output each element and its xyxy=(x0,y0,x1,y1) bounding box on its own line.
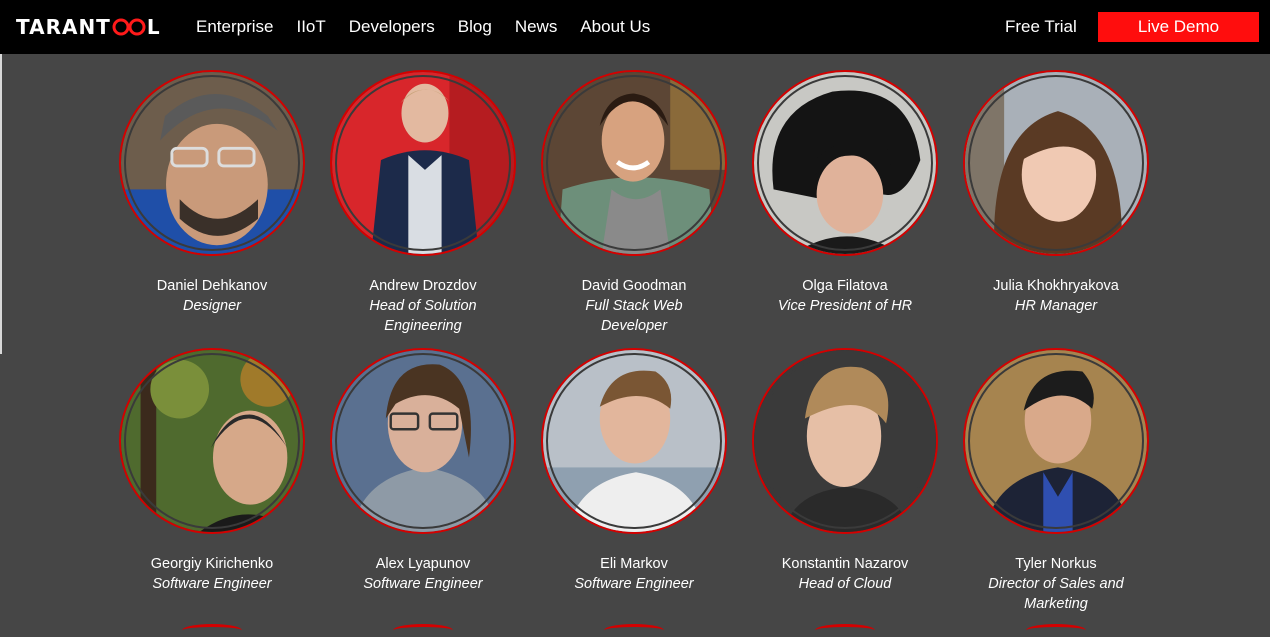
logo-oo-icon xyxy=(112,18,146,36)
partial-avatar xyxy=(393,624,453,637)
member-name: Georgiy Kirichenko xyxy=(150,556,274,572)
member-role: Designer xyxy=(182,298,242,314)
member-name: Alex Lyapunov xyxy=(375,556,471,572)
avatar xyxy=(119,70,305,256)
avatar xyxy=(541,348,727,534)
avatar xyxy=(330,70,516,256)
member-name: Eli Markov xyxy=(600,556,668,572)
team-member-card: Daniel Dehkanov Designer xyxy=(112,70,312,316)
nav-blog[interactable]: Blog xyxy=(458,17,492,37)
member-role: Director of Sales and Marketing xyxy=(988,576,1124,612)
team-member-card: Konstantin Nazarov Head of Cloud xyxy=(745,348,945,594)
avatar xyxy=(752,70,938,256)
avatar xyxy=(963,70,1149,256)
member-role: Software Engineer xyxy=(152,576,272,592)
member-name: Andrew Drozdov xyxy=(369,278,477,294)
member-name: Tyler Norkus xyxy=(1015,556,1097,572)
partial-avatar xyxy=(1026,624,1086,637)
nav-news[interactable]: News xyxy=(515,17,558,37)
member-name: Olga Filatova xyxy=(802,278,888,294)
partial-avatar xyxy=(604,624,664,637)
team-member-card: Georgiy Kirichenko Software Engineer xyxy=(112,348,312,594)
nav-iiot[interactable]: IIoT xyxy=(296,17,325,37)
logo-text-left: TARANT xyxy=(16,15,111,39)
page-edge-divider xyxy=(0,54,2,354)
member-role: Head of Cloud xyxy=(798,576,892,592)
member-role: Head of Solution Engineering xyxy=(369,298,477,334)
member-role: Full Stack Web Developer xyxy=(585,298,683,334)
member-role: Software Engineer xyxy=(574,576,694,592)
tarantool-logo[interactable]: TARANT L xyxy=(16,14,161,40)
member-name: David Goodman xyxy=(581,278,687,294)
member-role: Vice President of HR xyxy=(777,298,913,314)
avatar xyxy=(963,348,1149,534)
avatar xyxy=(541,70,727,256)
main-nav: Enterprise IIoT Developers Blog News Abo… xyxy=(196,0,673,54)
team-member-card: Eli Markov Software Engineer xyxy=(534,348,734,594)
team-member-card: Julia Khokhryakova HR Manager xyxy=(956,70,1156,316)
team-member-card: Tyler Norkus Director of Sales and Marke… xyxy=(956,348,1156,614)
partial-avatar xyxy=(815,624,875,637)
member-name: Julia Khokhryakova xyxy=(993,278,1119,294)
team-member-card: Olga Filatova Vice President of HR xyxy=(745,70,945,316)
team-member-card: Andrew Drozdov Head of Solution Engineer… xyxy=(323,70,523,336)
top-navigation-bar: TARANT L Enterprise IIoT Developers Blog… xyxy=(0,0,1270,54)
member-name: Konstantin Nazarov xyxy=(781,556,909,572)
avatar xyxy=(119,348,305,534)
member-role: HR Manager xyxy=(1014,298,1098,314)
member-role: Software Engineer xyxy=(363,576,483,592)
team-member-card: David Goodman Full Stack Web Developer xyxy=(534,70,734,336)
nav-enterprise[interactable]: Enterprise xyxy=(196,17,273,37)
free-trial-link[interactable]: Free Trial xyxy=(1005,0,1077,54)
live-demo-button[interactable]: Live Demo xyxy=(1098,12,1259,42)
nav-developers[interactable]: Developers xyxy=(349,17,435,37)
team-member-card: Alex Lyapunov Software Engineer xyxy=(323,348,523,594)
logo-text-right: L xyxy=(146,15,161,39)
partial-avatar xyxy=(182,624,242,637)
avatar xyxy=(752,348,938,534)
avatar xyxy=(330,348,516,534)
member-name: Daniel Dehkanov xyxy=(156,278,268,294)
nav-about-us[interactable]: About Us xyxy=(580,17,650,37)
